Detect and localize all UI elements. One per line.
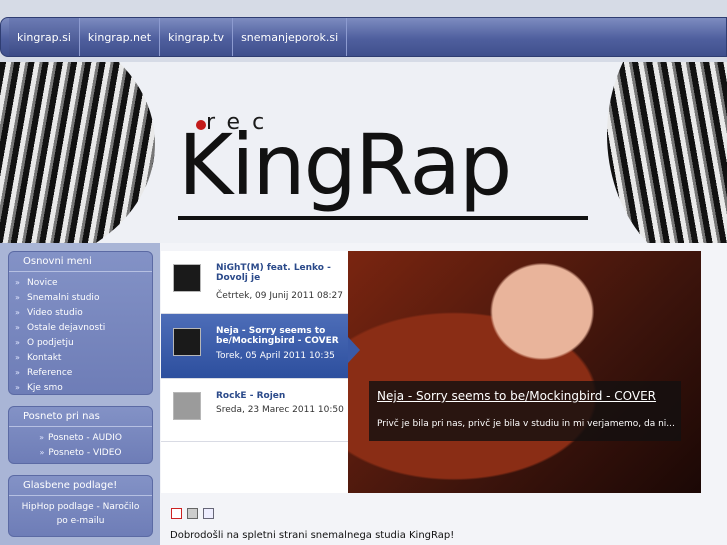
- featured-slider: Neja - Sorry seems to be/Mockingbird - C…: [161, 251, 701, 493]
- featured-entry[interactable]: RockE - Rojen Sreda, 23 Marec 2011 10:50: [161, 379, 348, 442]
- tab-kingrap-tv[interactable]: kingrap.tv: [160, 18, 234, 56]
- featured-caption: Neja - Sorry seems to be/Mockingbird - C…: [369, 381, 681, 441]
- menu-item-kontakt[interactable]: » Kontakt: [9, 351, 152, 366]
- tab-kingrap-net[interactable]: kingrap.net: [80, 18, 161, 56]
- posneto-title: Posneto pri nas: [9, 407, 152, 427]
- featured-caption-title[interactable]: Neja - Sorry seems to be/Mockingbird - C…: [369, 381, 681, 403]
- top-navigation: kingrap.si kingrap.net kingrap.tv sneman…: [0, 17, 727, 57]
- entry-date: Torek, 05 April 2011 10:35: [216, 351, 335, 361]
- microphone-image-left: [0, 62, 155, 243]
- glasbene-podlage-box: Glasbene podlage! HipHop podlage - Naroč…: [8, 475, 153, 537]
- email-icon[interactable]: [203, 508, 214, 519]
- arrow-icon: »: [15, 308, 20, 317]
- posneto-audio-link[interactable]: » Posneto - AUDIO: [9, 431, 152, 446]
- logo-underline: [178, 216, 588, 220]
- entry-title: RockE - Rojen: [216, 391, 286, 401]
- main-content: Neja - Sorry seems to be/Mockingbird - C…: [160, 243, 727, 545]
- menu-item-novice[interactable]: » Novice: [9, 276, 152, 291]
- entry-date: Četrtek, 09 Junij 2011 08:27: [216, 291, 343, 301]
- entry-date: Sreda, 23 Marec 2011 10:50: [216, 405, 344, 415]
- entry-thumbnail: [173, 264, 201, 292]
- arrow-icon: »: [39, 448, 45, 457]
- print-icon[interactable]: [187, 508, 198, 519]
- menu-item-reference[interactable]: » Reference: [9, 366, 152, 381]
- arrow-icon: »: [15, 293, 20, 302]
- microphone-image-right: [607, 62, 727, 243]
- featured-entry-active[interactable]: Neja - Sorry seems to be/Mockingbird - C…: [161, 314, 348, 379]
- tab-kingrap-si[interactable]: kingrap.si: [9, 18, 80, 56]
- hiphop-podlage-link[interactable]: HipHop podlage - Naročilo po e-mailu: [9, 500, 152, 528]
- menu-item-video-studio[interactable]: » Video studio: [9, 306, 152, 321]
- arrow-icon: »: [39, 433, 44, 442]
- arrow-icon: »: [15, 278, 20, 287]
- tab-snemanjeporok-si[interactable]: snemanjeporok.si: [233, 18, 348, 56]
- pdf-icon[interactable]: [171, 508, 182, 519]
- glasbene-podlage-title: Glasbene podlage!: [9, 476, 152, 496]
- arrow-icon: »: [15, 338, 20, 347]
- featured-entry[interactable]: NiGhT(M) feat. Lenko - Dovolj je Četrtek…: [161, 251, 348, 314]
- logo-main-text: KingRap: [178, 116, 512, 214]
- welcome-text: Dobrodošli na spletni strani snemalnega …: [170, 530, 455, 541]
- arrow-icon: »: [15, 383, 20, 392]
- arrow-icon: »: [15, 323, 20, 332]
- entry-thumbnail: [173, 392, 201, 420]
- menu-item-ostale-dejavnosti[interactable]: » Ostale dejavnosti: [9, 321, 152, 336]
- featured-caption-text: Privč je bila pri nas, privč je bila v s…: [377, 419, 675, 429]
- menu-item-snemalni-studio[interactable]: » Snemalni studio: [9, 291, 152, 306]
- arrow-icon: »: [15, 353, 20, 362]
- header-banner: rec KingRap: [0, 62, 727, 243]
- posneto-box: Posneto pri nas » Posneto - AUDIO » Posnet…: [8, 406, 153, 464]
- sidebar: Osnovni meni » Novice » Snemalni studio » V…: [0, 243, 160, 545]
- entry-title: NiGhT(M) feat. Lenko - Dovolj je: [216, 263, 331, 283]
- active-entry-pointer: [348, 337, 360, 363]
- featured-photo[interactable]: [348, 251, 701, 493]
- article-tools: [171, 508, 214, 519]
- main-menu-box: Osnovni meni » Novice » Snemalni studio » V…: [8, 251, 153, 395]
- arrow-icon: »: [15, 368, 20, 377]
- menu-item-o-podjetju[interactable]: » O podjetju: [9, 336, 152, 351]
- featured-list: NiGhT(M) feat. Lenko - Dovolj je Četrtek…: [161, 251, 348, 493]
- menu-item-kje-smo[interactable]: » Kje smo: [9, 381, 152, 396]
- posneto-video-link[interactable]: » Posneto - VIDEO: [9, 446, 152, 461]
- entry-title: Neja - Sorry seems to be/Mockingbird - C…: [216, 326, 339, 346]
- entry-thumbnail: [173, 328, 201, 356]
- main-menu-title: Osnovni meni: [9, 252, 152, 272]
